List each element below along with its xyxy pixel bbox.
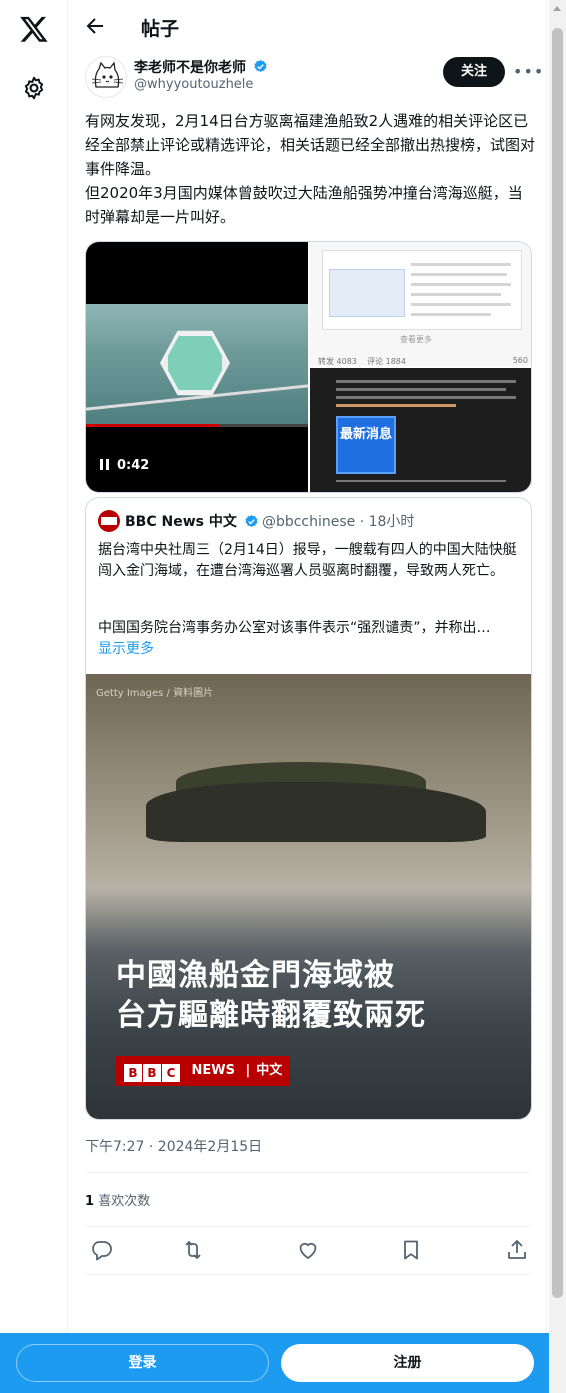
tweet-timestamp[interactable]: 下午7:27 · 2024年2月15日 [85, 1136, 262, 1156]
show-more-link[interactable]: 显示更多 [98, 638, 154, 658]
divider [85, 1172, 531, 1173]
login-button[interactable]: 登录 [16, 1344, 269, 1382]
likes-label: 喜欢次数 [98, 1194, 151, 1209]
like-icon[interactable] [296, 1238, 320, 1262]
more-options-icon[interactable]: ••• [513, 62, 544, 81]
divider [85, 1226, 531, 1227]
verified-badge-icon [254, 59, 267, 72]
text-line [336, 396, 516, 399]
video-player[interactable]: 0:42 [86, 242, 308, 492]
document-stats: 转发 4083 评论 1884 560 [318, 356, 528, 367]
text-line [411, 273, 507, 276]
top-bar: 帖子 [69, 0, 547, 54]
media-image-document[interactable]: 查看更多 转发 4083 评论 1884 560 [310, 242, 531, 367]
signup-button[interactable]: 注册 [281, 1344, 534, 1382]
retweet-icon[interactable] [181, 1238, 205, 1262]
page-title: 帖子 [141, 18, 180, 40]
quoted-author-name[interactable]: BBC News 中文 [125, 511, 237, 531]
tweet-text: 有网友发现，2月14日台方驱离福建渔船致2人遇难的相关评论区已经全部禁止评论或精… [85, 109, 537, 229]
bbc-news-label: NEWS [191, 1063, 235, 1078]
island-shape [146, 782, 486, 842]
likes-count[interactable]: 1 喜欢次数 [85, 1190, 150, 1209]
video-progress-bar[interactable] [86, 424, 308, 427]
quoted-author-handle[interactable]: @bbcchinese · 18小时 [262, 511, 415, 531]
text-line [411, 303, 511, 306]
gear-icon[interactable] [21, 75, 47, 101]
author-name[interactable]: 李老师不是你老师 [134, 57, 268, 77]
media-image-news[interactable]: 最新消息 [310, 368, 531, 492]
document-preview [322, 250, 522, 330]
pause-icon[interactable] [100, 459, 109, 470]
action-bar [85, 1238, 531, 1264]
brand-separator: | [245, 1063, 251, 1078]
scrollbar-thumb[interactable] [552, 28, 563, 1298]
scroll-up-arrow-icon[interactable] [553, 6, 561, 11]
text-line [336, 388, 506, 391]
main-column: 帖子 李老师不是你老师 @whyyoutouzhele 关注 ••• 有网友发现… [69, 0, 547, 1393]
quoted-tweet-header: BBC News 中文 @bbcchinese · 18小时 [98, 510, 414, 532]
text-line [411, 293, 501, 296]
text-line [336, 480, 506, 482]
tweet-author: 李老师不是你老师 @whyyoutouzhele 关注 ••• [85, 56, 543, 98]
author-handle[interactable]: @whyyoutouzhele [134, 77, 253, 92]
author-name-text[interactable]: 李老师不是你老师 [134, 60, 246, 76]
bbc-lang-label: 中文 [256, 1063, 283, 1078]
video-duration: 0:42 [117, 458, 150, 473]
text-line [411, 263, 511, 266]
bbc-letter: B [143, 1064, 161, 1082]
quoted-text: 据台湾中央社周三（2月14日）报导，一艘载有四人的中国大陆快艇闯入金门海域，在遭… [98, 542, 517, 579]
bbc-letter: C [162, 1064, 180, 1082]
video-controls[interactable]: 0:42 [100, 458, 149, 473]
divider [85, 1274, 531, 1275]
stat-likes: 560 [512, 356, 528, 365]
follow-button[interactable]: 关注 [443, 57, 505, 87]
share-icon[interactable] [505, 1238, 529, 1262]
video-frame [86, 304, 308, 424]
tweet-paragraph-1: 有网友发现，2月14日台方驱离福建渔船致2人遇难的相关评论区已经全部禁止评论或精… [85, 112, 536, 178]
bbc-avatar[interactable] [98, 510, 120, 532]
reply-icon[interactable] [89, 1238, 113, 1262]
document-highlight [329, 269, 405, 317]
latest-news-badge: 最新消息 [336, 416, 396, 474]
bookmark-icon[interactable] [399, 1238, 423, 1262]
quoted-text-truncated: 中国国务院台湾事务办公室对该事件表示“强烈谴责”，并称出… [98, 620, 491, 636]
document-more-link: 查看更多 [400, 335, 432, 344]
text-line [336, 404, 456, 407]
video-progress-fill [86, 424, 220, 427]
text-line [411, 313, 491, 316]
text-line [336, 380, 516, 383]
x-logo-icon[interactable] [19, 14, 49, 44]
bottom-auth-bar: 登录 注册 [0, 1333, 549, 1393]
bbc-letter: B [124, 1064, 142, 1082]
quoted-tweet[interactable]: BBC News 中文 @bbcchinese · 18小时 据台湾中央社周三（… [85, 497, 532, 1120]
cat-avatar-icon [91, 61, 124, 88]
scrollbar[interactable] [549, 0, 566, 1393]
bbc-brand-bar: BBC NEWS | 中文 [116, 1056, 291, 1086]
text-line [411, 283, 511, 286]
left-navigation [0, 0, 68, 1393]
quoted-photo[interactable]: Getty Images / 資料圖片 中國漁船金門海域被 台方驅離時翻覆致兩死… [86, 674, 531, 1119]
headline-line-1: 中國漁船金門海域被 [116, 958, 395, 993]
back-arrow-icon[interactable] [83, 14, 107, 38]
stat-forward: 转发 4083 [318, 357, 357, 366]
avatar[interactable] [85, 56, 127, 98]
verified-badge-icon [245, 514, 258, 527]
headline-line-2: 台方驅離時翻覆致兩死 [116, 998, 426, 1033]
likes-number: 1 [85, 1194, 95, 1209]
media-grid: 0:42 查看更多 转发 4083 评论 1884 560 最新消息 [85, 241, 532, 493]
stat-comment: 评论 1884 [367, 357, 406, 366]
photo-credit: Getty Images / 資料圖片 [96, 688, 214, 699]
photo-headline: 中國漁船金門海域被 台方驅離時翻覆致兩死 [116, 956, 426, 1036]
tweet-paragraph-2: 但2020年3月国内媒体曾鼓吹过大陆渔船强势冲撞台湾海巡艇，当时弹幕却是一片叫好… [85, 184, 523, 226]
